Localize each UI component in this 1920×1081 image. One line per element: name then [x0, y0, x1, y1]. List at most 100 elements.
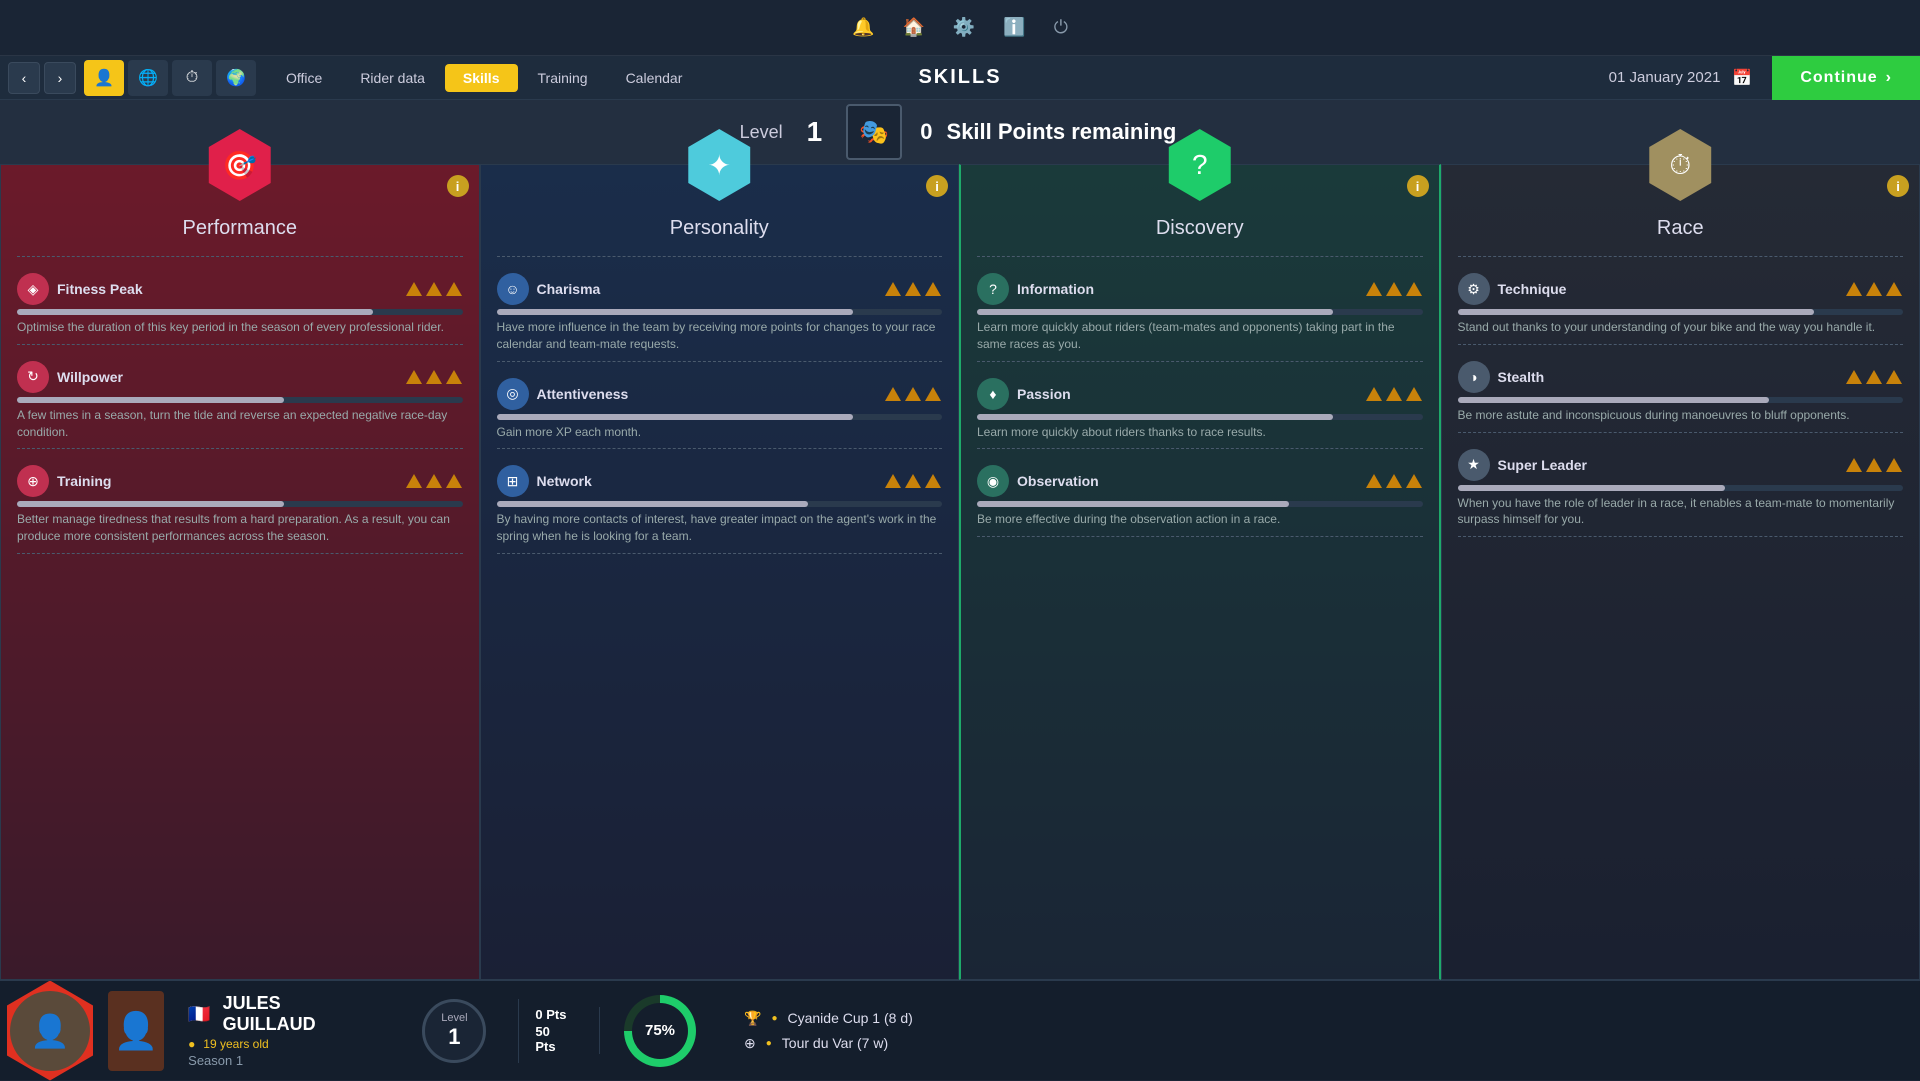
personality-title: Personality: [481, 217, 959, 240]
div-d0: [977, 256, 1423, 257]
rider-season: Season 1: [188, 1053, 366, 1068]
race-name-1: Cyanide Cup 1 (8 d): [787, 1010, 912, 1026]
main-content: 🎯 i Performance ◈ Fitness Peak: [0, 164, 1920, 980]
div-d2: [977, 448, 1423, 449]
attentiveness-icon: ◎: [497, 378, 529, 410]
div-r0: [1458, 256, 1904, 257]
race-info-badge[interactable]: i: [1887, 175, 1909, 197]
star3: [446, 474, 462, 488]
nav-arrows: ‹ ›: [8, 62, 76, 94]
super-leader-name: Super Leader: [1498, 457, 1838, 473]
observation-icon: ◉: [977, 465, 1009, 497]
bell-icon[interactable]: 🔔: [852, 17, 874, 38]
fitness-peak-desc: Optimise the duration of this key period…: [17, 319, 463, 336]
pts-total-val: 50 Pts: [535, 1024, 555, 1054]
home-icon[interactable]: 🏠: [902, 17, 924, 38]
personality-info-badge[interactable]: i: [926, 175, 948, 197]
skill-points-label: Skill Points remaining: [947, 119, 1177, 144]
willpower-name: Willpower: [57, 369, 397, 385]
stealth-bar: [1458, 397, 1904, 403]
calendar-icon[interactable]: 📅: [1732, 68, 1752, 88]
star1: [1366, 282, 1382, 296]
performance-info-badge[interactable]: i: [447, 175, 469, 197]
tab-training[interactable]: Training: [520, 64, 606, 92]
top-icon-bar: 🔔 🏠 ⚙️ ℹ️ ⏻: [0, 0, 1920, 56]
star3: [1406, 282, 1422, 296]
nav-icon-map[interactable]: 🌍: [216, 60, 256, 96]
rider-name: JULES GUILLAUD: [223, 993, 367, 1035]
tab-skills[interactable]: Skills: [445, 64, 518, 92]
charisma-desc: Have more influence in the team by recei…: [497, 319, 943, 353]
charisma-name: Charisma: [537, 281, 877, 297]
discovery-info-badge[interactable]: i: [1407, 175, 1429, 197]
passion-stars: [1365, 387, 1423, 401]
skill-observation: ◉ Observation Be more effective during t…: [961, 457, 1439, 528]
div-p3: [497, 553, 943, 554]
fitness-peak-stars: [405, 282, 463, 296]
skill-charisma: ☺ Charisma Have more influence in the te…: [481, 265, 959, 353]
star3: [1406, 387, 1422, 401]
rider-hex-frame: 👤: [0, 981, 100, 1081]
star2: [426, 474, 442, 488]
nav-forward-button[interactable]: ›: [44, 62, 76, 94]
continue-button[interactable]: Continue ›: [1772, 56, 1920, 100]
stealth-desc: Be more astute and inconspicuous during …: [1458, 407, 1904, 424]
super-leader-bar: [1458, 485, 1904, 491]
star2: [426, 370, 442, 384]
nav-icon-rider[interactable]: 👤: [84, 60, 124, 96]
race-row-1: 🏆 ● Cyanide Cup 1 (8 d): [744, 1010, 1896, 1027]
star2: [905, 387, 921, 401]
skill-training: ⊕ Training Better manage tiredness that …: [1, 457, 479, 545]
nav-icon-globe[interactable]: 🌐: [128, 60, 168, 96]
star1: [1366, 474, 1382, 488]
super-leader-bar-fill: [1458, 485, 1725, 491]
star1: [885, 387, 901, 401]
star1: [406, 282, 422, 296]
pts-current-val: 0 Pts: [535, 1007, 566, 1022]
super-leader-stars: [1845, 458, 1903, 472]
tab-office[interactable]: Office: [268, 64, 340, 92]
star3: [925, 387, 941, 401]
gear-icon[interactable]: ⚙️: [953, 17, 975, 38]
training-icon: ⊕: [17, 465, 49, 497]
div-p2: [497, 448, 943, 449]
information-stars: [1365, 282, 1423, 296]
nav-icon-timer[interactable]: ⏱: [172, 60, 212, 96]
stealth-stars: [1845, 370, 1903, 384]
information-desc: Learn more quickly about riders (team-ma…: [977, 319, 1423, 353]
training-name: Training: [57, 473, 397, 489]
trophy-icon: 🏆: [744, 1010, 761, 1027]
nav-back-button[interactable]: ‹: [8, 62, 40, 94]
super-leader-icon: ★: [1458, 449, 1490, 481]
star2: [1866, 370, 1882, 384]
star2: [426, 282, 442, 296]
tab-calendar[interactable]: Calendar: [608, 64, 701, 92]
player-avatar-hex: 🎭: [846, 104, 902, 160]
rider-age-text: 19 years old: [203, 1037, 268, 1051]
fitness-peak-bar: [17, 309, 463, 315]
pts-column: 0 Pts 50 Pts: [519, 1007, 600, 1054]
willpower-bar-fill: [17, 397, 284, 403]
passion-desc: Learn more quickly about riders thanks t…: [977, 424, 1423, 441]
info-icon[interactable]: ℹ️: [1003, 17, 1025, 38]
super-leader-desc: When you have the role of leader in a ra…: [1458, 495, 1904, 529]
star2: [1386, 474, 1402, 488]
bottom-bar: 👤 👤 🇫🇷 JULES GUILLAUD ● 19 years old Sea…: [0, 980, 1920, 1080]
information-name: Information: [1017, 281, 1357, 297]
network-bar-fill: [497, 501, 809, 507]
observation-desc: Be more effective during the observation…: [977, 511, 1423, 528]
charisma-stars: [884, 282, 942, 296]
technique-desc: Stand out thanks to your understanding o…: [1458, 319, 1904, 336]
training-bar-fill: [17, 501, 284, 507]
rider-avatar: 👤: [10, 991, 90, 1071]
stealth-icon: ◑: [1458, 361, 1490, 393]
progress-circle: 75%: [624, 995, 696, 1067]
continue-arrow-icon: ›: [1886, 69, 1892, 87]
continue-label: Continue: [1800, 69, 1877, 87]
willpower-desc: A few times in a season, turn the tide a…: [17, 407, 463, 441]
cards-area: 🎯 i Performance ◈ Fitness Peak: [0, 164, 1920, 980]
power-icon[interactable]: ⏻: [1054, 17, 1068, 38]
div3: [17, 553, 463, 554]
technique-bar-fill: [1458, 309, 1814, 315]
tab-rider-data[interactable]: Rider data: [342, 64, 443, 92]
